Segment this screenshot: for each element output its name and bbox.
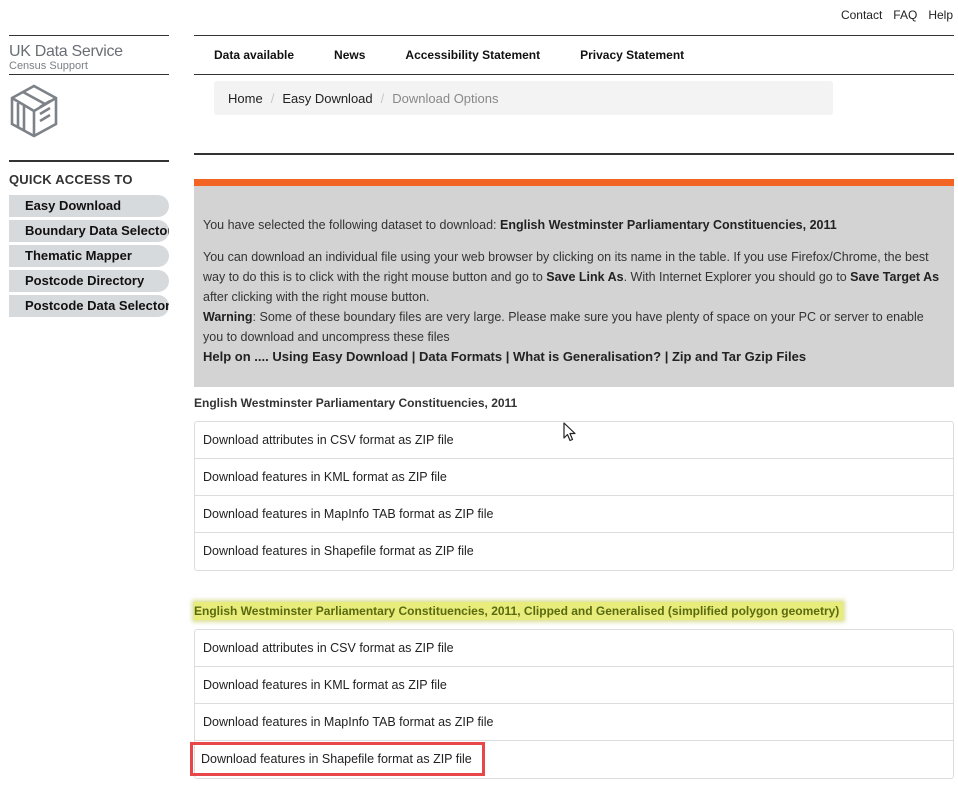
download-shapefile-link[interactable]: Download features in Shapefile format as… (195, 533, 953, 570)
quick-item-boundary-data-selector[interactable]: Boundary Data Selector (9, 220, 169, 242)
help-link-generalisation[interactable]: What is Generalisation? (513, 349, 661, 364)
contact-link[interactable]: Contact (841, 8, 882, 22)
divider (9, 160, 169, 162)
section-title: English Westminster Parliamentary Consti… (194, 396, 518, 410)
save-target-as-label: Save Target As (850, 270, 940, 284)
quick-item-postcode-directory[interactable]: Postcode Directory (9, 270, 169, 292)
save-link-as-label: Save Link As (546, 270, 624, 284)
info-panel: You have selected the following dataset … (194, 179, 954, 387)
divider (194, 153, 954, 155)
instructions-text: You can download an individual file usin… (203, 247, 945, 307)
download-csv-link[interactable]: Download attributes in CSV format as ZIP… (195, 630, 953, 667)
warning-label: Warning (203, 310, 253, 324)
selected-prefix: You have selected the following dataset … (203, 218, 500, 232)
section-title-highlighted: English Westminster Parliamentary Consti… (194, 602, 844, 620)
faq-link[interactable]: FAQ (893, 8, 917, 22)
download-shapefile-link[interactable]: Download features in Shapefile format as… (190, 741, 953, 778)
main-nav: Data available News Accessibility Statem… (194, 35, 954, 75)
left-column: UK Data Service Census Support QUICK ACC… (9, 35, 169, 317)
quick-access-title: QUICK ACCESS TO (9, 172, 133, 187)
download-list: Download attributes in CSV format as ZIP… (190, 629, 954, 779)
mouse-cursor-icon (563, 422, 576, 442)
instructions-part-3: after clicking with the right mouse butt… (203, 290, 430, 304)
quick-access-list: Easy Download Boundary Data Selector The… (9, 195, 169, 317)
download-kml-link[interactable]: Download features in KML format as ZIP f… (195, 667, 953, 704)
download-kml-link[interactable]: Download features in KML format as ZIP f… (195, 459, 953, 496)
warning-body: : Some of these boundary files are very … (203, 310, 924, 344)
help-prefix: Help on .... (203, 349, 273, 364)
logo-subtitle: Census Support (9, 61, 169, 75)
download-label: Download features in MapInfo TAB format … (203, 715, 494, 729)
breadcrumb-separator: / (270, 90, 275, 106)
instructions-part-2: . With Internet Explorer you should go t… (623, 270, 851, 284)
help-separator: | (661, 349, 672, 364)
breadcrumb-easy-download[interactable]: Easy Download (282, 91, 372, 106)
help-separator: | (502, 349, 513, 364)
logo-title: UK Data Service (9, 43, 123, 60)
download-mapinfo-link[interactable]: Download features in MapInfo TAB format … (195, 496, 953, 533)
nav-item-news[interactable]: News (334, 48, 365, 62)
download-label: Download features in KML format as ZIP f… (203, 678, 447, 692)
utility-links: Contact FAQ Help (841, 8, 953, 22)
selected-dataset-name: English Westminster Parliamentary Consti… (499, 218, 837, 232)
download-label: Download attributes in CSV format as ZIP… (203, 433, 454, 447)
download-label: Download features in Shapefile format as… (203, 544, 474, 558)
warning-text: Warning: Some of these boundary files ar… (203, 307, 945, 347)
breadcrumb-separator: / (380, 90, 385, 106)
selected-dataset-text: You have selected the following dataset … (203, 215, 945, 235)
breadcrumb-home[interactable]: Home (228, 91, 263, 106)
help-link[interactable]: Help (928, 8, 953, 22)
download-label: Download features in Shapefile format as… (190, 742, 485, 776)
main-content: Data available News Accessibility Statem… (190, 35, 954, 779)
site-logo[interactable]: UK Data Service Census Support (9, 36, 169, 75)
help-link-data-formats[interactable]: Data Formats (419, 349, 502, 364)
download-label: Download features in MapInfo TAB format … (203, 507, 494, 521)
help-links: Help on .... Using Easy Download | Data … (203, 347, 945, 367)
help-link-zip-files[interactable]: Zip and Tar Gzip Files (672, 349, 806, 364)
nav-item-data-available[interactable]: Data available (214, 48, 294, 62)
quick-item-postcode-data-selector[interactable]: Postcode Data Selector (9, 295, 169, 317)
breadcrumb: Home / Easy Download / Download Options (214, 81, 833, 115)
download-label: Download attributes in CSV format as ZIP… (203, 641, 454, 655)
quick-item-thematic-mapper[interactable]: Thematic Mapper (9, 245, 169, 267)
breadcrumb-current: Download Options (392, 90, 499, 106)
quick-item-easy-download[interactable]: Easy Download (9, 195, 169, 217)
help-separator: | (408, 349, 420, 364)
nav-item-privacy[interactable]: Privacy Statement (580, 48, 684, 62)
download-list: Download attributes in CSV format as ZIP… (194, 421, 954, 571)
download-label: Download features in KML format as ZIP f… (203, 470, 447, 484)
nav-item-accessibility[interactable]: Accessibility Statement (405, 48, 540, 62)
download-mapinfo-link[interactable]: Download features in MapInfo TAB format … (195, 704, 953, 741)
help-link-using-easy-download[interactable]: Using Easy Download (272, 349, 408, 364)
cube-logo-icon (10, 84, 58, 138)
